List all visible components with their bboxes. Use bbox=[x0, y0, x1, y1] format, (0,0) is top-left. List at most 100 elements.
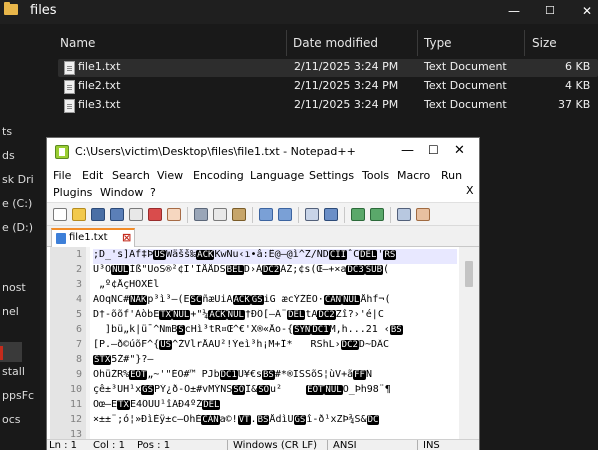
column-separator[interactable] bbox=[286, 30, 287, 56]
tab-close-icon[interactable]: ⊠ bbox=[122, 231, 131, 244]
cut-icon[interactable] bbox=[194, 208, 208, 221]
menu-edit[interactable]: Edit bbox=[82, 169, 103, 182]
code-line[interactable]: ;D_'s]Af‡ÞUSWäšš‰ACKKwNu‹ı•â:Ê@—@ì^Z/ÑDC… bbox=[93, 249, 457, 264]
code-line[interactable]: [P.—ð©úõF^{US^ŽVlrÅÄÜ²!Ýeì³h¡M+Î* RShL›D… bbox=[93, 339, 457, 354]
column-header-type[interactable]: Type bbox=[424, 36, 452, 50]
text-segment: î-ð¹xZÞ¾Š& bbox=[306, 414, 367, 425]
code-line[interactable]: ÄOqNC#NAKp³ì³–(ESCñæÜiAACK GSiG æcÝŽÉÓ·CA… bbox=[93, 294, 457, 309]
folder-icon bbox=[4, 2, 18, 15]
control-char-token: NUL bbox=[172, 310, 191, 320]
code-line[interactable]: çê±³ÙH¹xGSPÝ¿ð-Õ±#vMÝÑSSOÎ&SOu² EOT NULO_… bbox=[93, 384, 457, 399]
text-file-icon bbox=[64, 99, 75, 113]
control-char-token: NUL bbox=[111, 265, 130, 275]
file-row[interactable]: file1.txt 2/11/2025 3:24 PM Text Documen… bbox=[58, 59, 598, 77]
text-segment: hL› bbox=[322, 339, 341, 350]
column-separator[interactable] bbox=[417, 30, 418, 56]
nav-item-6[interactable]: nost bbox=[0, 278, 48, 298]
maximize-button[interactable]: ☐ bbox=[428, 143, 439, 157]
menu-run[interactable]: Run bbox=[441, 169, 462, 182]
line-number: 1 bbox=[75, 249, 82, 260]
text-segment: Wäšš‰ bbox=[166, 249, 197, 260]
scrollbar-thumb[interactable] bbox=[465, 261, 473, 287]
menu-help[interactable]: ? bbox=[150, 186, 156, 199]
nav-item-drive-d[interactable]: e (D:) bbox=[0, 218, 48, 238]
column-header-name[interactable]: Name bbox=[60, 36, 95, 50]
line-number: 11 bbox=[69, 399, 82, 410]
menu-search[interactable]: Search bbox=[112, 169, 150, 182]
menu-language[interactable]: Language bbox=[250, 169, 304, 182]
new-file-icon[interactable] bbox=[53, 208, 67, 221]
status-bar: Ln : 1 Col : 1 Pos : 1 Windows (CR LF) A… bbox=[47, 439, 479, 450]
minimize-button[interactable]: — bbox=[508, 4, 520, 18]
status-eol: Windows (CR LF) bbox=[233, 440, 318, 450]
code-line[interactable]: ×±±¨;ó¦»ÐìÈÿ±c–ÓhÈCANa©!VT.BSÅdìUGSî-ð¹x… bbox=[93, 414, 457, 429]
save-icon[interactable] bbox=[91, 208, 105, 221]
nav-item-10[interactable]: ppsFc bbox=[0, 386, 48, 406]
redo-icon[interactable] bbox=[278, 208, 292, 221]
file-row[interactable]: file2.txt 2/11/2025 3:24 PM Text Documen… bbox=[58, 78, 598, 96]
file-row[interactable]: file3.txt 2/11/2025 3:24 PM Text Documen… bbox=[58, 97, 598, 115]
menu-plugins[interactable]: Plugins bbox=[53, 186, 92, 199]
close-button[interactable]: ✕ bbox=[454, 143, 465, 158]
control-char-token: DC1 bbox=[219, 370, 238, 380]
close-document-button[interactable]: X bbox=[466, 184, 474, 197]
minimize-button[interactable]: — bbox=[401, 143, 414, 158]
close-button[interactable]: ✕ bbox=[582, 4, 592, 18]
menu-bar: File Edit Search View Encoding Language … bbox=[47, 166, 479, 202]
code-line[interactable]: STX5Ž#"}?– bbox=[93, 354, 457, 369]
notepad-titlebar[interactable]: C:\Users\victim\Desktop\files\file1.txt … bbox=[47, 138, 479, 166]
sync-scroll-icon[interactable] bbox=[397, 208, 411, 221]
control-char-token: BEL bbox=[225, 265, 244, 275]
menu-macro[interactable]: Macro bbox=[397, 169, 430, 182]
nav-accent-marker bbox=[0, 346, 3, 360]
save-all-icon[interactable] bbox=[110, 208, 124, 221]
explorer-titlebar[interactable]: files — ☐ ✕ bbox=[0, 0, 598, 24]
nav-item-7[interactable]: nel bbox=[0, 302, 48, 322]
nav-item-3[interactable]: sk Dri bbox=[0, 170, 48, 190]
zoom-out-icon[interactable] bbox=[370, 208, 384, 221]
code-line[interactable] bbox=[93, 429, 457, 439]
replace-icon[interactable] bbox=[324, 208, 338, 221]
find-icon[interactable] bbox=[305, 208, 319, 221]
menu-window[interactable]: Window bbox=[100, 186, 143, 199]
word-wrap-icon[interactable] bbox=[416, 208, 430, 221]
menu-settings[interactable]: Settings bbox=[309, 169, 354, 182]
code-line[interactable]: „º¢ÅçHÕXÈl bbox=[93, 279, 457, 294]
nav-item-1[interactable]: ts bbox=[0, 122, 48, 142]
nav-item-11[interactable]: ocs bbox=[0, 410, 48, 430]
status-col: Col : 1 bbox=[93, 440, 125, 450]
zoom-in-icon[interactable] bbox=[351, 208, 365, 221]
text-editor[interactable]: 1 2 3 4 5 6 7 8 9 10 11 12 13 ;D_'s]Af‡ÞUSWäšš‰ACKKw… bbox=[47, 247, 479, 439]
code-line[interactable]: U³ONULÌß"UoS®²¢I'ÎÅÅDŠBELD›ÀDC2ÀŽ;¢s(Œ—+… bbox=[93, 264, 457, 279]
code-line[interactable]: D†-õõf'ÀòbETX NUL+"¼ACK NUL†ÐÕ[–Ã¨DELtÄDC2… bbox=[93, 309, 457, 324]
control-char-token: EOT bbox=[129, 370, 148, 380]
line-number: 7 bbox=[75, 339, 82, 350]
code-line[interactable]: ÖhüŽR%EOT„~'"ÉÖ#™ PJbDC1Ü¥€sBS#*®ÏŠSõŠ¦ù… bbox=[93, 369, 457, 384]
control-char-token: NUL bbox=[342, 295, 361, 305]
print-icon[interactable] bbox=[167, 208, 181, 221]
close-file-icon[interactable] bbox=[129, 208, 143, 221]
toolbar bbox=[47, 202, 479, 226]
menu-encoding[interactable]: Encoding bbox=[193, 169, 244, 182]
undo-icon[interactable] bbox=[259, 208, 273, 221]
paste-icon[interactable] bbox=[232, 208, 246, 221]
open-file-icon[interactable] bbox=[72, 208, 86, 221]
menu-view[interactable]: View bbox=[157, 169, 183, 182]
line-number: 2 bbox=[75, 264, 82, 275]
column-separator[interactable] bbox=[524, 30, 525, 56]
copy-icon[interactable] bbox=[213, 208, 227, 221]
nav-item-drive-c[interactable]: e (C:) bbox=[0, 194, 48, 214]
column-header-size[interactable]: Size bbox=[532, 36, 557, 50]
maximize-button[interactable]: ☐ bbox=[545, 4, 555, 17]
code-line[interactable]: ]bü„k|ü¯^ÑmBScHì³tR¤Œ^€'X®«Åo-{SYN DC1M,h… bbox=[93, 324, 457, 339]
column-header-date[interactable]: Date modified bbox=[293, 36, 378, 50]
code-line[interactable]: Óœ—ETXE4ÕÛÙ¹îÃÐ4ºŽDEL bbox=[93, 399, 457, 414]
vertical-scrollbar[interactable] bbox=[459, 247, 479, 439]
close-all-icon[interactable] bbox=[148, 208, 162, 221]
menu-tools[interactable]: Tools bbox=[362, 169, 389, 182]
nav-item-9[interactable]: stall bbox=[0, 362, 48, 382]
control-char-token: SO bbox=[257, 385, 271, 395]
nav-item-2[interactable]: ds bbox=[0, 146, 48, 166]
menu-file[interactable]: File bbox=[53, 169, 71, 182]
tab-file1[interactable]: file1.txt ⊠ bbox=[51, 228, 135, 247]
